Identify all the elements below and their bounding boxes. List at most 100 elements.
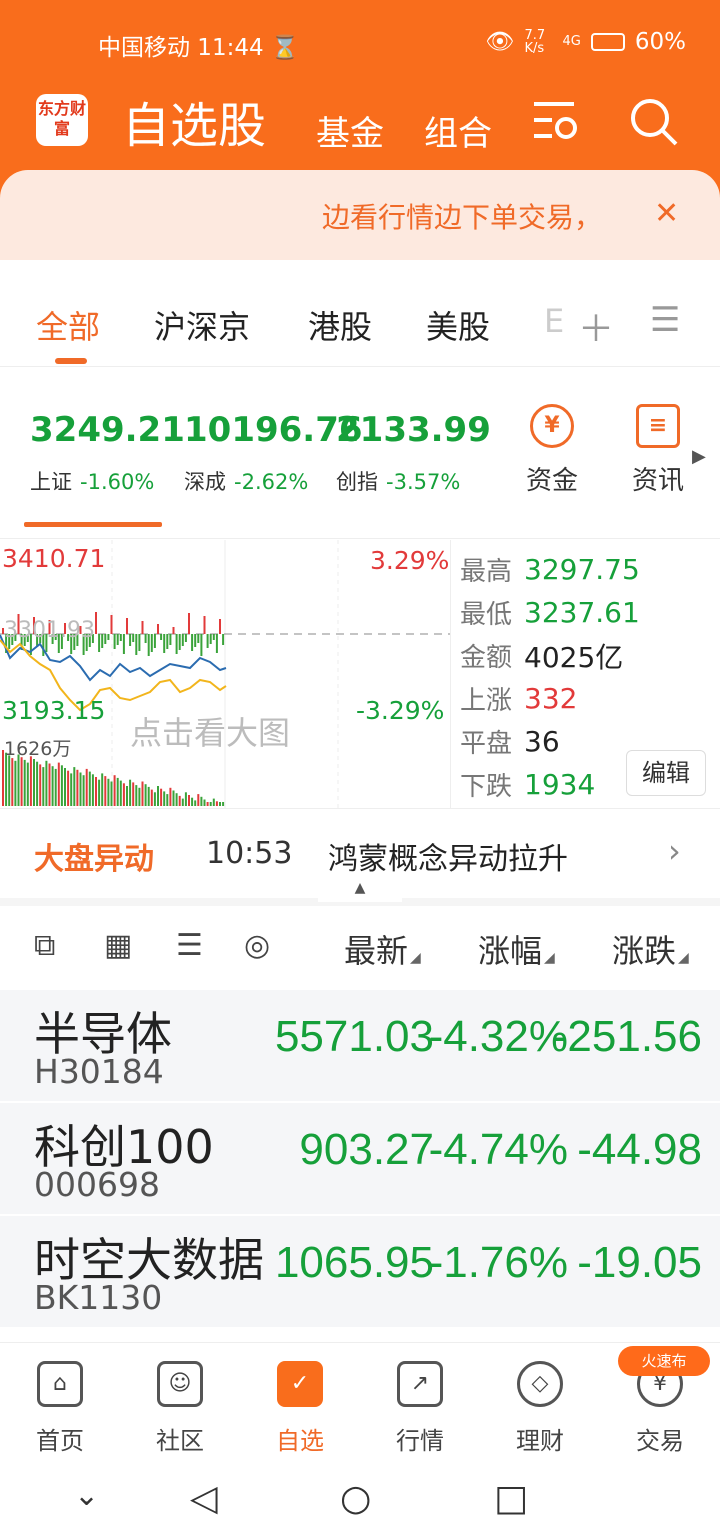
tick-bar bbox=[150, 634, 153, 652]
layout-toggle-icon[interactable]: ⧉ bbox=[34, 928, 55, 963]
index-sz-change: -2.62% bbox=[234, 470, 309, 494]
index-sh-change: -1.60% bbox=[80, 470, 155, 494]
document-icon: ≡ bbox=[636, 404, 680, 448]
sort-icon: ◢ bbox=[678, 950, 689, 966]
chat-icon: ☺ bbox=[157, 1361, 203, 1407]
divider bbox=[450, 540, 451, 808]
tab-hs[interactable]: 沪深京 bbox=[154, 302, 250, 348]
nav-community[interactable]: ☺ 社区 bbox=[130, 1361, 230, 1456]
volume-bar bbox=[122, 783, 125, 806]
menu-icon[interactable]: ☰ bbox=[650, 300, 680, 340]
volume-bar bbox=[82, 775, 85, 806]
tick-bar bbox=[147, 634, 150, 656]
col-change[interactable]: 涨跌 ◢ bbox=[612, 926, 689, 972]
index-cy-name[interactable]: 创指 -3.57% bbox=[336, 466, 460, 496]
bottom-nav: ⌂ 首页 ☺ 社区 ✓ 自选 ↗ 行情 ◇ 理财 ¥ 交易 bbox=[0, 1342, 720, 1464]
index-sz-name[interactable]: 深成 -2.62% bbox=[184, 466, 308, 496]
tick-bar bbox=[197, 634, 200, 643]
app-logo[interactable]: 东方财富 bbox=[36, 94, 88, 146]
intraday-chart[interactable]: 3410.71 3.29% 3301.93 3193.15 -3.29% 162… bbox=[0, 540, 450, 808]
col-change-label: 涨跌 bbox=[612, 932, 677, 970]
signal-icon: 4G bbox=[562, 34, 581, 49]
chart-overlay-hint: 点击看大图 bbox=[130, 714, 291, 752]
tick-bar bbox=[200, 634, 203, 656]
tab-all[interactable]: 全部 bbox=[36, 302, 100, 348]
row-change: -19.05 bbox=[577, 1238, 702, 1287]
tab-hk[interactable]: 港股 bbox=[308, 302, 372, 348]
nav-home-label: 首页 bbox=[36, 1427, 84, 1455]
tick-bar bbox=[175, 634, 178, 654]
add-icon[interactable]: ＋ bbox=[578, 300, 614, 352]
table-row[interactable]: 半导体 H30184 5571.03 -4.32% -251.56 bbox=[0, 990, 720, 1102]
diamond-icon: ◇ bbox=[517, 1361, 563, 1407]
collapse-handle[interactable]: ▲ bbox=[318, 880, 402, 902]
funds-button[interactable]: ¥ 资金 bbox=[512, 404, 592, 497]
col-pct-label: 涨幅 bbox=[478, 932, 543, 970]
tab-more[interactable]: E bbox=[544, 302, 564, 340]
list-icon[interactable]: ☰ bbox=[176, 928, 203, 963]
volume-bar bbox=[163, 791, 166, 806]
tick-bar bbox=[181, 634, 184, 646]
row-code: 000698 bbox=[34, 1165, 160, 1204]
battery-icon bbox=[590, 32, 625, 51]
tick-bar bbox=[110, 615, 113, 634]
stat-value: 332 bbox=[524, 682, 578, 715]
col-latest[interactable]: 最新 ◢ bbox=[344, 926, 421, 972]
index-sh-value[interactable]: 3249.21 bbox=[30, 410, 185, 450]
grid-icon[interactable]: ▦ bbox=[104, 928, 132, 963]
banner-text: 边看行情边下单交易， bbox=[322, 201, 603, 234]
table-row[interactable]: 科创100 000698 903.27 -4.74% -44.98 bbox=[0, 1103, 720, 1215]
nav-trade-label: 交易 bbox=[636, 1427, 684, 1455]
recents-icon[interactable]: □ bbox=[494, 1478, 528, 1519]
stat-label: 金额 bbox=[460, 643, 513, 673]
sort-icon: ◢ bbox=[410, 950, 421, 966]
chart-high-label: 3410.71 bbox=[2, 544, 106, 573]
search-icon[interactable] bbox=[628, 96, 680, 148]
nav-favorites-label: 自选 bbox=[276, 1427, 324, 1455]
volume-bar bbox=[166, 794, 169, 806]
tick-bar bbox=[219, 619, 221, 634]
index-sh-name[interactable]: 上证 -1.60% bbox=[30, 466, 154, 496]
nav-home[interactable]: ⌂ 首页 bbox=[10, 1361, 110, 1456]
hot-badge[interactable]: 火速布 bbox=[618, 1346, 710, 1376]
tick-bar bbox=[119, 634, 122, 641]
volume-bar bbox=[132, 782, 135, 806]
index-cy-value[interactable]: 2133.99 bbox=[336, 410, 491, 450]
stat-label: 上涨 bbox=[460, 686, 513, 716]
nav-community-label: 社区 bbox=[156, 1427, 204, 1455]
table-row[interactable]: 时空大数据 BK1130 1065.95 -1.76% -19.05 bbox=[0, 1216, 720, 1328]
volume-bar bbox=[60, 765, 63, 806]
scroll-right-icon[interactable]: ▶ bbox=[692, 446, 706, 467]
tab-us[interactable]: 美股 bbox=[426, 302, 490, 348]
home-circle-icon[interactable]: ○ bbox=[340, 1478, 371, 1519]
volume-bar bbox=[219, 802, 221, 806]
chevron-right-icon: › bbox=[668, 832, 681, 870]
tick-bar bbox=[126, 618, 128, 634]
volume-bar bbox=[188, 795, 190, 806]
tick-bar bbox=[163, 634, 166, 653]
tick-bar bbox=[203, 616, 206, 634]
stat-row: 最高 3297.75 bbox=[460, 548, 710, 591]
trade-banner[interactable]: 边看行情边下单交易， bbox=[0, 170, 720, 260]
stat-row: 上涨 332 bbox=[460, 677, 710, 720]
chevron-down-icon[interactable]: ⌄ bbox=[74, 1478, 99, 1513]
volume-bar bbox=[73, 767, 76, 806]
nav-wealth[interactable]: ◇ 理财 bbox=[490, 1361, 590, 1456]
nav-favorites[interactable]: ✓ 自选 bbox=[250, 1361, 350, 1456]
nav-fund[interactable]: 基金 bbox=[316, 106, 384, 155]
edit-button[interactable]: 编辑 bbox=[626, 750, 706, 796]
intraday-chart-svg bbox=[0, 540, 450, 808]
col-latest-label: 最新 bbox=[344, 932, 409, 970]
settings-menu-icon[interactable] bbox=[530, 98, 580, 142]
chart-line-icon: ↗ bbox=[397, 1361, 443, 1407]
row-latest: 5571.03 bbox=[274, 1012, 434, 1061]
target-icon[interactable]: ◎ bbox=[244, 928, 270, 963]
col-pct[interactable]: 涨幅 ◢ bbox=[478, 926, 555, 972]
volume-bar bbox=[36, 761, 39, 806]
close-icon[interactable]: ✕ bbox=[654, 196, 679, 231]
volume-bar bbox=[79, 772, 82, 806]
news-button[interactable]: ≡ 资讯 bbox=[618, 404, 698, 497]
nav-portfolio[interactable]: 组合 bbox=[424, 106, 492, 155]
back-icon[interactable]: ◁ bbox=[190, 1478, 218, 1519]
nav-market[interactable]: ↗ 行情 bbox=[370, 1361, 470, 1456]
